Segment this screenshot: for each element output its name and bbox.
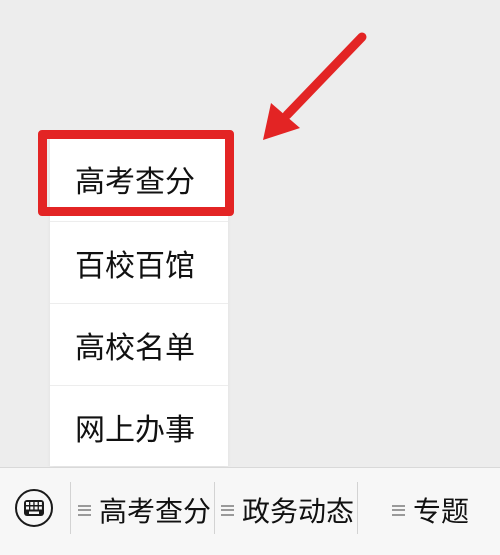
keyboard-icon[interactable] (15, 489, 53, 527)
divider (214, 482, 215, 534)
tab-gaokao-score[interactable]: 高考查分 (78, 490, 211, 530)
bottom-menu-bar: 高考查分 政务动态 专题 (0, 467, 500, 555)
menu-lines-icon (221, 504, 234, 516)
divider (357, 482, 358, 534)
menu-lines-icon (392, 504, 405, 516)
tab-special-topics[interactable]: 专题 (392, 490, 469, 530)
tab-label: 高考查分 (99, 495, 212, 528)
divider (70, 482, 71, 534)
tab-label: 政务动态 (242, 495, 355, 528)
tab-label: 专题 (413, 495, 470, 528)
menu-lines-icon (78, 504, 91, 516)
tab-government-news[interactable]: 政务动态 (221, 490, 354, 530)
